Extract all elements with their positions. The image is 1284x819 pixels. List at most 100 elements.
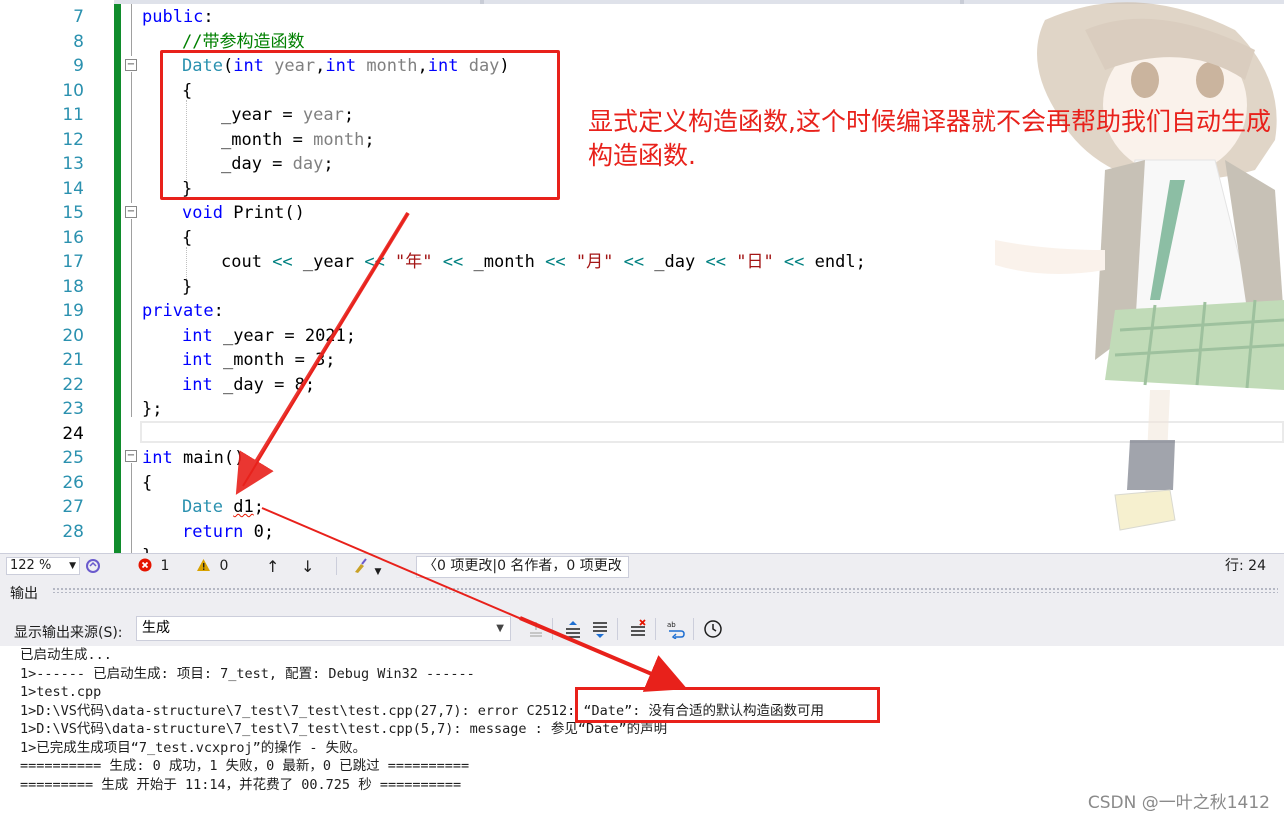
output-title-bar: 输出 [0, 578, 1284, 605]
code-text: } [142, 544, 152, 553]
output-toolbar: 显示输出来源(S): 生成 ▼ ab [0, 604, 1284, 646]
separator [552, 618, 553, 640]
output-source-select[interactable]: 生成 ▼ [136, 616, 511, 641]
error-highlight-box [575, 687, 880, 723]
svg-text:ab: ab [667, 621, 676, 629]
code-keyword: public [142, 7, 204, 27]
broom-icon [355, 558, 367, 573]
line-number: 9 [73, 56, 84, 76]
output-line: 1>test.cpp [20, 684, 102, 700]
line-number: 7 [73, 7, 84, 27]
code-string: "月" [565, 252, 624, 272]
code-comment: //带参构造函数 [182, 31, 305, 52]
output-line: 1>------ 已启动生成: 项目: 7_test, 配置: Debug Wi… [20, 665, 475, 682]
changes-text: 0 项更改|0 名作者，0 项更改 [437, 558, 622, 574]
code-string: "日" [725, 252, 784, 272]
health-icon[interactable] [86, 558, 100, 574]
watermark: CSDN @一叶之秋1412 [1087, 793, 1270, 813]
line-number: 28 [62, 521, 84, 542]
drag-grip[interactable] [52, 587, 1278, 593]
code-text: cout [221, 252, 273, 272]
error-count[interactable]: 1 [138, 558, 169, 575]
code-operator: << [364, 252, 385, 272]
separator [693, 618, 694, 640]
line-number: 19 [62, 301, 84, 321]
line-number: 21 [62, 350, 84, 370]
zoom-select[interactable]: 122 % ▼ [6, 557, 80, 575]
editor-status-bar: 122 % ▼ 1 0 ↑ ↓ ▼ 〈0 项更改|0 名作者，0 项更改 行: 2… [0, 553, 1284, 578]
code-text: { [142, 472, 153, 493]
line-number-current: 24 [62, 423, 84, 444]
code-text: Print() [222, 203, 305, 223]
change-tracking-bar [114, 4, 121, 553]
code-keyword: private [142, 301, 214, 321]
line-number: 25 [62, 448, 84, 468]
fold-line [131, 219, 132, 417]
chevron-down-icon: ▼ [496, 623, 504, 634]
next-issue-button[interactable]: ↓ [301, 558, 314, 575]
fold-toggle-print[interactable]: − [125, 206, 137, 218]
code-operator: << [705, 252, 726, 272]
fold-line [131, 72, 132, 203]
code-text: _day [644, 252, 706, 272]
code-keyword: int [182, 374, 213, 395]
separator [336, 557, 337, 575]
warning-count-value: 0 [219, 558, 229, 574]
fold-line [131, 463, 132, 553]
clear-all-icon[interactable] [628, 619, 648, 639]
chevron-left-icon: 〈 [423, 558, 437, 574]
output-title: 输出 [10, 583, 46, 603]
output-line[interactable]: 1>D:\VS代码\data-structure\7_test\7_test\t… [20, 720, 667, 739]
output-line: ========= 生成 开始于 11:14，并花费了 00.725 秒 ===… [20, 776, 462, 793]
error-squiggle-variable[interactable]: d1 [233, 497, 253, 517]
line-number: 17 [62, 252, 84, 272]
zoom-value: 122 % [10, 558, 52, 573]
chevron-down-icon: ▼ [69, 561, 76, 571]
clock-icon[interactable] [703, 619, 723, 639]
code-keyword: void [182, 203, 223, 223]
code-string: "年" [384, 252, 443, 272]
error-count-value: 1 [160, 558, 170, 574]
previous-issue-button[interactable]: ↑ [266, 558, 279, 575]
line-number: 27 [62, 497, 84, 517]
output-line: ========== 生成: 0 成功，1 失败，0 最新，0 已跳过 ====… [20, 758, 470, 774]
mascot-illustration [995, 2, 1284, 531]
line-number: 15 [62, 203, 84, 223]
code-operator: << [545, 252, 566, 272]
code-text: } [182, 276, 193, 297]
line-number: 16 [62, 227, 84, 248]
line-number: 13 [62, 154, 84, 174]
code-text: main() [172, 448, 245, 468]
code-type: Date [182, 497, 223, 517]
separator [617, 618, 618, 640]
word-wrap-icon[interactable]: ab [666, 619, 686, 639]
fold-toggle-constructor[interactable]: − [125, 59, 137, 71]
go-to-next-message-icon[interactable] [590, 619, 610, 639]
fold-line [131, 4, 132, 56]
code-text: _day = 8; [212, 374, 316, 395]
line-number: 20 [62, 325, 84, 346]
line-number: 14 [62, 178, 84, 199]
code-editor[interactable]: − − − 7 8 9 10 11 12 13 14 15 16 17 18 1… [0, 0, 1284, 553]
find-message-icon[interactable] [527, 619, 547, 639]
line-indicator[interactable]: 行: 24 [1225, 558, 1266, 575]
output-source-value: 生成 [142, 620, 170, 636]
code-operator: << [272, 252, 293, 272]
code-text: _year [292, 252, 365, 272]
code-text: endl; [804, 252, 866, 272]
warning-count[interactable]: 0 [196, 558, 228, 575]
git-changes-indicator[interactable]: 〈0 项更改|0 名作者，0 项更改 [416, 556, 629, 578]
go-to-previous-message-icon[interactable] [563, 619, 583, 639]
output-line: 1>已完成生成项目“7_test.vcxproj”的操作 - 失败。 [20, 739, 367, 756]
code-operator: << [783, 252, 805, 272]
fold-toggle-main[interactable]: − [125, 450, 137, 462]
warning-icon [197, 559, 210, 571]
code-text: _year = 2021; [212, 325, 357, 346]
code-operator: << [442, 252, 464, 272]
separator [655, 618, 656, 640]
code-text: : [213, 301, 224, 321]
line-number: 18 [62, 276, 84, 297]
line-number: 12 [62, 129, 84, 150]
line-number: 26 [62, 472, 84, 493]
